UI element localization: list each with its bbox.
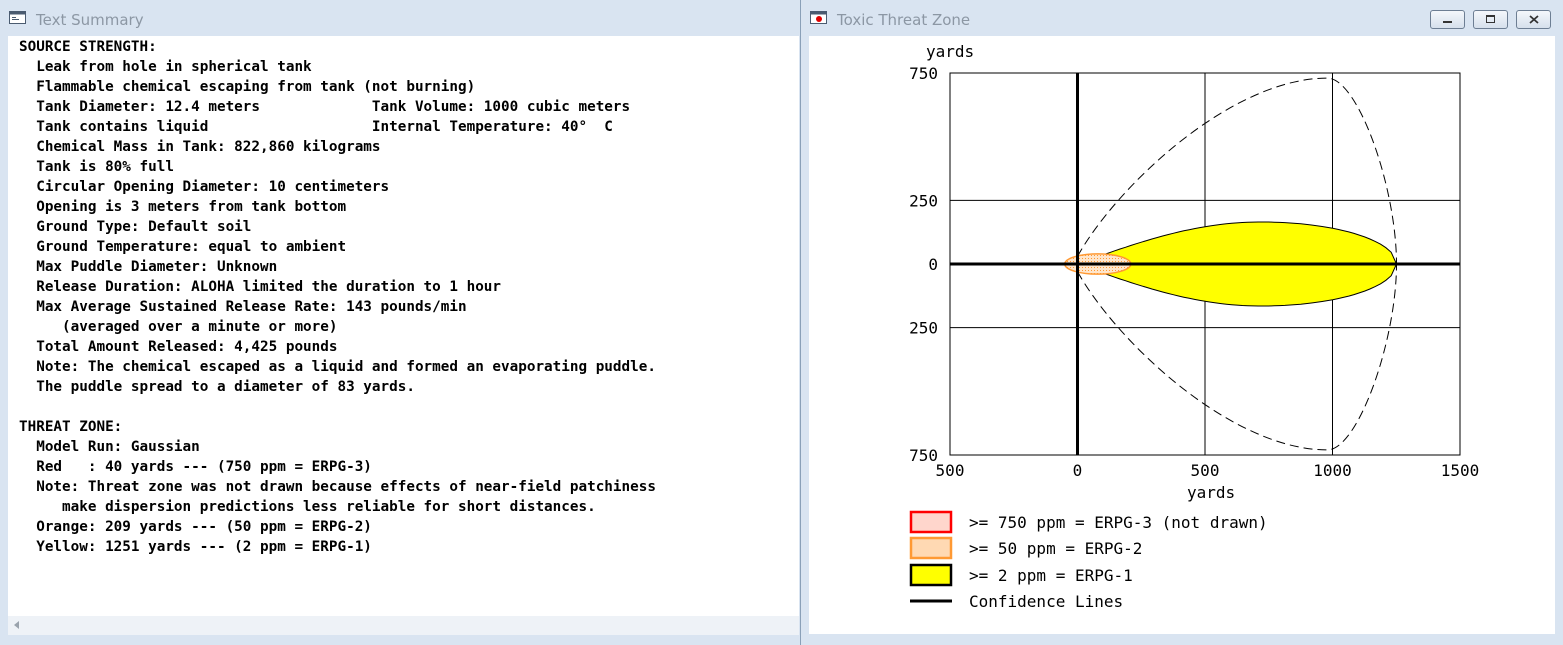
- scroll-left-arrow-icon[interactable]: [14, 621, 19, 629]
- summary-line: Note: The chemical escaped as a liquid a…: [19, 359, 656, 375]
- x-tick-labels: 500 0 500 1000 1500: [936, 461, 1480, 480]
- y-tick-label: 0: [928, 255, 938, 274]
- summary-line: Leak from hole in spherical tank: [19, 59, 312, 75]
- y-axis-label: yards: [926, 42, 974, 61]
- summary-line: Model Run: Gaussian: [19, 439, 200, 455]
- summary-line: The puddle spread to a diameter of 83 ya…: [19, 379, 415, 395]
- summary-line: make dispersion predictions less reliabl…: [19, 499, 596, 515]
- y-tick-labels: 750 250 0 250 750: [909, 64, 938, 465]
- summary-line: Opening is 3 meters from tank bottom: [19, 199, 347, 215]
- x-tick-label: 1000: [1313, 461, 1352, 480]
- legend-swatch: [909, 510, 953, 534]
- summary-line: Red : 40 yards --- (750 ppm = ERPG-3): [19, 459, 372, 475]
- minimize-button[interactable]: [1430, 10, 1465, 29]
- summary-line: Yellow: 1251 yards --- (2 ppm = ERPG-1): [19, 539, 372, 555]
- x-tick-label: 500: [1191, 461, 1220, 480]
- x-tick-label: 1500: [1441, 461, 1480, 480]
- summary-window-title: Text Summary: [36, 11, 144, 29]
- zone-window-title: Toxic Threat Zone: [837, 11, 971, 29]
- summary-text-area[interactable]: SOURCE STRENGTH: Leak from hole in spher…: [8, 36, 799, 616]
- x-axis-label: yards: [1187, 483, 1235, 502]
- summary-line: Chemical Mass in Tank: 822,860 kilograms: [19, 139, 381, 155]
- toxic-threat-zone-window: Toxic Threat Zone yards yards 750 250 0 250…: [801, 0, 1563, 645]
- legend-label: >= 2 ppm = ERPG-1: [969, 566, 1133, 585]
- summary-titlebar[interactable]: Text Summary: [0, 0, 800, 36]
- text-summary-window: Text Summary SOURCE STRENGTH: Leak from …: [0, 0, 801, 645]
- summary-text: SOURCE STRENGTH: Leak from hole in spher…: [8, 36, 799, 557]
- summary-line: SOURCE STRENGTH:: [19, 39, 157, 55]
- summary-line: Note: Threat zone was not drawn because …: [19, 479, 656, 495]
- summary-line: THREAT ZONE:: [19, 419, 123, 435]
- legend-label: >= 750 ppm = ERPG-3 (not drawn): [969, 513, 1268, 532]
- horizontal-scrollbar[interactable]: [8, 616, 799, 635]
- threat-zone-plot-area: yards yards 750 250 0 250 750 500 0 500 1000 150…: [809, 36, 1555, 634]
- summary-line: Release Duration: ALOHA limited the dura…: [19, 279, 502, 295]
- y-tick-label: 250: [909, 191, 938, 210]
- close-button[interactable]: [1516, 10, 1551, 29]
- threat-zone-window-icon: [810, 11, 827, 24]
- y-tick-label: 250: [909, 319, 938, 338]
- y-tick-label: 750: [909, 64, 938, 83]
- summary-line: Flammable chemical escaping from tank (n…: [19, 79, 476, 95]
- legend-label: Confidence Lines: [969, 592, 1123, 611]
- summary-line: Max Average Sustained Release Rate: 143 …: [19, 299, 467, 315]
- x-tick-label: 500: [936, 461, 965, 480]
- legend-label: >= 50 ppm = ERPG-2: [969, 539, 1142, 558]
- restore-icon: [1486, 15, 1495, 23]
- summary-line: Tank contains liquid Internal Temperatur…: [19, 119, 613, 135]
- legend: >= 750 ppm = ERPG-3 (not drawn) >= 50 ppm…: [909, 510, 1268, 611]
- summary-line: Tank is 80% full: [19, 159, 174, 175]
- legend-swatch: [909, 563, 953, 587]
- zone-titlebar[interactable]: Toxic Threat Zone: [801, 0, 1563, 36]
- summary-line: Total Amount Released: 4,425 pounds: [19, 339, 338, 355]
- summary-line: Tank Diameter: 12.4 meters Tank Volume: …: [19, 99, 631, 115]
- restore-button[interactable]: [1473, 10, 1508, 29]
- y-tick-label: 750: [909, 446, 938, 465]
- x-tick-label: 0: [1073, 461, 1083, 480]
- close-icon: [1529, 15, 1539, 24]
- summary-line: Ground Type: Default soil: [19, 219, 252, 235]
- minimize-icon: [1443, 21, 1452, 23]
- legend-swatch: [909, 536, 953, 560]
- text-window-icon: [9, 11, 26, 24]
- summary-line: Max Puddle Diameter: Unknown: [19, 259, 278, 275]
- summary-line: (averaged over a minute or more): [19, 319, 338, 335]
- summary-line: Circular Opening Diameter: 10 centimeter…: [19, 179, 390, 195]
- summary-line: Ground Temperature: equal to ambient: [19, 239, 347, 255]
- summary-line: Orange: 209 yards --- (50 ppm = ERPG-2): [19, 519, 372, 535]
- threat-zone-chart: yards yards 750 250 0 250 750 500 0 500 1000 150…: [909, 42, 1480, 611]
